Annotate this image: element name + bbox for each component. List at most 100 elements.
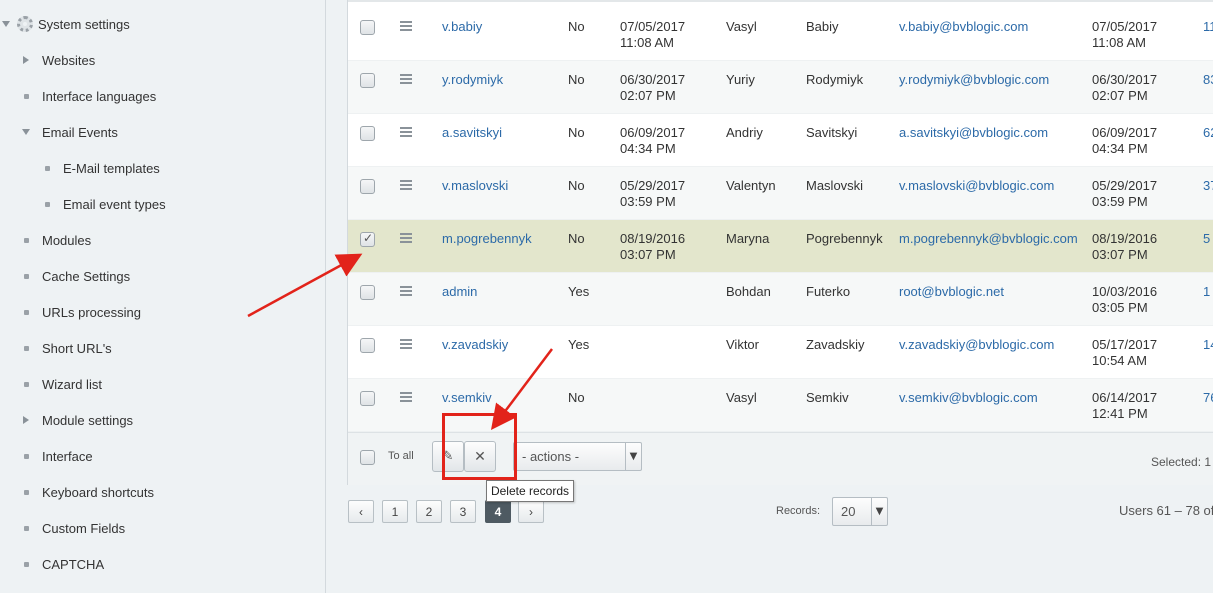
sidebar-item-captcha[interactable]: CAPTCHA [24,554,104,574]
table-row[interactable]: admin Yes Bohdan Futerko root@bvblogic.net 10… [348,273,1213,326]
table-row[interactable]: v.zavadskiy Yes Viktor Zavadskiy v.zavadskiy… [348,326,1213,379]
table-row[interactable]: y.rodymiyk No 06/30/2017 02:07 PM Yuriy Rodym… [348,61,1213,114]
login-link[interactable]: v.zavadskiy [442,337,508,353]
login-link[interactable]: m.pogrebennyk [442,231,532,247]
row-menu-icon[interactable] [400,127,412,137]
row-menu-icon[interactable] [400,286,412,296]
first-name-cell: Valentyn [726,178,776,193]
bullet-icon [45,201,50,207]
row-checkbox[interactable] [360,391,375,406]
email-link[interactable]: root@bvblogic.net [899,284,1004,300]
row-menu-icon[interactable] [400,339,412,349]
table-row[interactable]: m.pogrebennykNo08/19/201603:07 PMMarynaP… [348,220,1213,273]
page-button-3[interactable]: 3 [450,500,476,523]
sidebar-item-websites[interactable]: Websites [23,50,95,70]
select-all-checkbox[interactable] [360,450,375,465]
table-row[interactable]: v.babiy No 07/05/2017 11:08 AM Vasyl Babiy v.b… [348,0,1213,61]
prev-page-button[interactable]: ‹ [348,500,374,523]
to-all-label: To all [388,450,414,462]
email-link[interactable]: y.rodymiyk@bvblogic.com [899,72,1049,88]
sidebar-item-interface[interactable]: Interface [24,446,93,466]
page-button-4[interactable]: 4 [485,500,511,523]
id-link[interactable]: 76 [1203,390,1213,406]
sidebar-item-label: Module settings [42,412,134,428]
login-link[interactable]: v.babiy [442,19,482,35]
last-name-cell: Semkiv [806,390,849,405]
sidebar-item-email-events[interactable]: Email Events [22,122,118,142]
sidebar-item-email-templates[interactable]: E-Mail templates [45,158,160,178]
table-row[interactable]: v.maslovski No 05/29/2017 03:59 PM Valentyn M… [348,167,1213,220]
bullet-icon [24,453,29,459]
row-checkbox[interactable] [360,231,375,247]
chevron-down-icon: ▼ [871,498,887,525]
last-auth-date: 05/29/2017 [620,178,686,193]
row-menu-icon[interactable] [400,180,412,190]
id-link[interactable]: 62 [1203,125,1213,141]
registered-time: 04:34 PM [1092,141,1148,156]
row-checkbox[interactable] [360,20,375,35]
first-name-cell: Viktor [726,337,759,352]
email-link[interactable]: v.semkiv@bvblogic.com [899,390,1038,406]
bullet-icon [24,489,29,495]
login-link[interactable]: v.semkiv [442,390,492,406]
id-link[interactable]: 83 [1203,72,1213,88]
sidebar-item-custom-fields[interactable]: Custom Fields [24,518,125,538]
next-page-button[interactable]: › [518,500,544,523]
row-checkbox[interactable] [360,179,375,194]
row-checkbox[interactable] [360,338,375,353]
last-name-cell: Babiy [806,19,839,34]
login-link[interactable]: admin [442,284,477,300]
sidebar-item-urls-processing[interactable]: URLs processing [24,302,141,322]
sidebar-item-keyboard-shortcuts[interactable]: Keyboard shortcuts [24,482,154,502]
login-link[interactable]: y.rodymiyk [442,72,503,88]
email-link[interactable]: m.pogrebennyk@bvblogic.com [899,231,1078,247]
row-menu-icon[interactable] [400,233,412,243]
records-per-page-select[interactable]: 20 ▼ [832,497,888,526]
table-row[interactable]: a.savitskyi No 06/09/2017 04:34 PM Andriy Sav… [348,114,1213,167]
chevron-down-icon[interactable] [2,21,10,27]
last-auth-date: 06/30/2017 [620,72,686,87]
id-link[interactable]: 1 [1203,284,1210,300]
chevron-right-icon[interactable] [23,56,29,64]
page-button-1[interactable]: 1 [382,500,408,523]
sidebar-item-label: E-Mail templates [63,160,160,176]
id-link[interactable]: 5 [1203,231,1210,247]
sidebar-item-label: Websites [42,52,96,68]
sidebar-item-email-event-types[interactable]: Email event types [45,194,166,214]
login-link[interactable]: v.maslovski [442,178,508,194]
row-menu-icon[interactable] [400,21,412,31]
registered-time: 10:54 AM [1092,353,1147,368]
email-link[interactable]: v.zavadskiy@bvblogic.com [899,337,1054,353]
row-checkbox[interactable] [360,285,375,300]
id-link[interactable]: 14 [1203,337,1213,353]
last-auth-time: 02:07 PM [620,88,676,103]
last-auth-time: 04:34 PM [620,141,676,156]
chevron-down-icon[interactable] [22,129,30,135]
sidebar-item-system-settings[interactable]: System settings [2,14,130,34]
id-link[interactable]: 37 [1203,178,1213,194]
email-link[interactable]: a.savitskyi@bvblogic.com [899,125,1048,141]
actions-select[interactable]: - actions - ▼ [513,442,642,471]
row-checkbox[interactable] [360,126,375,141]
sidebar-item-wizard-list[interactable]: Wizard list [24,374,102,394]
row-menu-icon[interactable] [400,74,412,84]
first-name-cell: Andriy [726,125,763,140]
sidebar-item-modules[interactable]: Modules [24,230,91,250]
id-link[interactable]: 11 [1203,19,1213,35]
bullet-icon [24,93,29,99]
sidebar-item-short-urls[interactable]: Short URL's [24,338,112,358]
chevron-right-icon[interactable] [23,416,29,424]
email-link[interactable]: v.babiy@bvblogic.com [899,19,1028,35]
login-link[interactable]: a.savitskyi [442,125,502,141]
row-menu-icon[interactable] [400,392,412,402]
delete-tooltip: Delete records [486,480,574,502]
sidebar-item-interface-languages[interactable]: Interface languages [24,86,156,106]
page-number: 1 [391,504,399,519]
email-link[interactable]: v.maslovski@bvblogic.com [899,178,1054,194]
row-checkbox[interactable] [360,73,375,88]
active-cell: No [568,125,585,140]
last-auth-time: 11:08 AM [620,35,674,50]
sidebar-item-module-settings[interactable]: Module settings [23,410,133,430]
sidebar-item-cache-settings[interactable]: Cache Settings [24,266,130,286]
page-button-2[interactable]: 2 [416,500,442,523]
